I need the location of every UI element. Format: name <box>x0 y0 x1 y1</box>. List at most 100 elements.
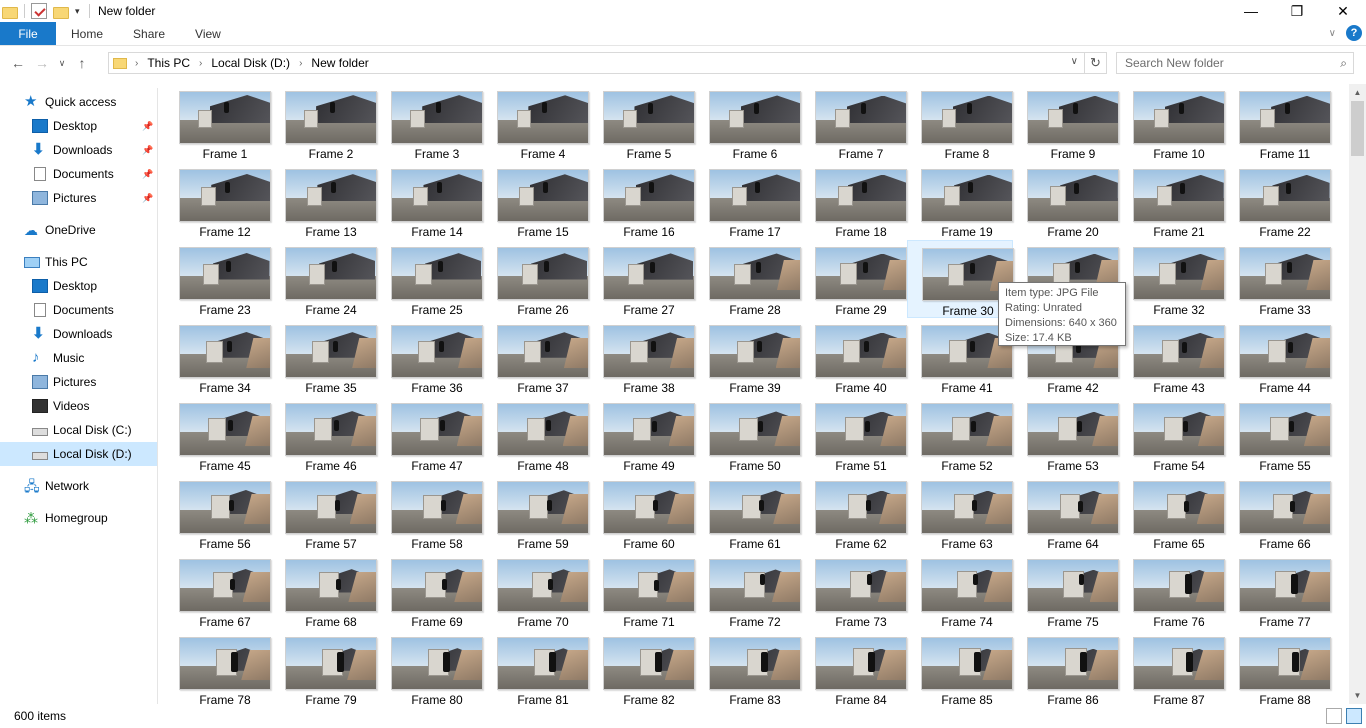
file-item[interactable]: Frame 45 <box>165 396 271 474</box>
file-item[interactable]: Frame 2 <box>271 84 377 162</box>
new-folder-icon[interactable] <box>53 6 69 19</box>
sidebar-item-pictures[interactable]: Pictures 📌 <box>0 186 157 210</box>
file-item[interactable]: Frame 3 <box>377 84 483 162</box>
file-item[interactable]: Frame 28 <box>695 240 801 318</box>
breadcrumb-new-folder[interactable]: New folder <box>311 56 368 70</box>
file-item[interactable]: Frame 64 <box>1013 474 1119 552</box>
properties-icon[interactable] <box>31 3 47 19</box>
breadcrumb-separator[interactable]: › <box>199 58 202 69</box>
file-item[interactable]: Frame 32 <box>1119 240 1225 318</box>
file-item[interactable]: Frame 77 <box>1225 552 1331 630</box>
file-item[interactable]: Frame 62 <box>801 474 907 552</box>
sidebar-item-network[interactable]: 🖧 Network <box>0 474 157 498</box>
sidebar-item-pictures[interactable]: Pictures <box>0 370 157 394</box>
search-input[interactable]: Search New folder ⌕ <box>1116 52 1354 74</box>
breadcrumb-local-disk-d[interactable]: Local Disk (D:) <box>211 56 290 70</box>
file-item[interactable]: Frame 51 <box>801 396 907 474</box>
file-item[interactable]: Frame 70 <box>483 552 589 630</box>
breadcrumb-separator[interactable]: › <box>135 58 138 69</box>
scrollbar-thumb[interactable] <box>1351 101 1364 156</box>
large-icons-view-icon[interactable] <box>1346 708 1362 724</box>
file-item[interactable]: Frame 86 <box>1013 630 1119 704</box>
file-item[interactable]: Frame 16 <box>589 162 695 240</box>
refresh-button[interactable]: ↻ <box>1084 53 1106 73</box>
file-item[interactable]: Frame 38 <box>589 318 695 396</box>
file-item[interactable]: Frame 61 <box>695 474 801 552</box>
file-item[interactable]: Frame 46 <box>271 396 377 474</box>
file-item[interactable]: Frame 37 <box>483 318 589 396</box>
breadcrumb-this-pc[interactable]: This PC <box>147 56 190 70</box>
sidebar-item-quick-access[interactable]: ★ Quick access <box>0 90 157 114</box>
sidebar-item-onedrive[interactable]: ☁ OneDrive <box>0 218 157 242</box>
file-item[interactable]: Frame 74 <box>907 552 1013 630</box>
file-item[interactable]: Frame 81 <box>483 630 589 704</box>
sidebar-item-videos[interactable]: Videos <box>0 394 157 418</box>
file-item[interactable]: Frame 48 <box>483 396 589 474</box>
file-item[interactable]: Frame 69 <box>377 552 483 630</box>
file-item[interactable]: Frame 65 <box>1119 474 1225 552</box>
file-item[interactable]: Frame 29 <box>801 240 907 318</box>
file-item[interactable]: Frame 80 <box>377 630 483 704</box>
file-item[interactable]: Frame 39 <box>695 318 801 396</box>
sidebar-item-this-pc[interactable]: This PC <box>0 250 157 274</box>
close-button[interactable]: ✕ <box>1320 0 1366 22</box>
file-item[interactable]: Frame 8 <box>907 84 1013 162</box>
file-item[interactable]: Frame 72 <box>695 552 801 630</box>
details-view-icon[interactable] <box>1326 708 1342 724</box>
file-item[interactable]: Frame 40 <box>801 318 907 396</box>
file-item[interactable]: Frame 26 <box>483 240 589 318</box>
file-item[interactable]: Frame 14 <box>377 162 483 240</box>
file-item[interactable]: Frame 83 <box>695 630 801 704</box>
sidebar-item-local-disk-c[interactable]: Local Disk (C:) <box>0 418 157 442</box>
help-icon[interactable]: ? <box>1346 25 1362 41</box>
customize-toolbar-icon[interactable]: ▾ <box>75 3 83 19</box>
file-item[interactable]: Frame 88 <box>1225 630 1331 704</box>
tab-home[interactable]: Home <box>56 22 118 45</box>
file-item[interactable]: Frame 34 <box>165 318 271 396</box>
file-item[interactable]: Frame 68 <box>271 552 377 630</box>
file-item[interactable]: Frame 49 <box>589 396 695 474</box>
address-dropdown-icon[interactable]: ∨ <box>1071 56 1078 67</box>
file-item[interactable]: Frame 21 <box>1119 162 1225 240</box>
file-item[interactable]: Frame 43 <box>1119 318 1225 396</box>
file-item[interactable]: Frame 19 <box>907 162 1013 240</box>
sidebar-item-downloads[interactable]: ⬇ Downloads <box>0 322 157 346</box>
maximize-button[interactable]: ❐ <box>1274 0 1320 22</box>
file-item[interactable]: Frame 25 <box>377 240 483 318</box>
file-item[interactable]: Frame 15 <box>483 162 589 240</box>
file-item[interactable]: Frame 58 <box>377 474 483 552</box>
file-item[interactable]: Frame 17 <box>695 162 801 240</box>
file-item[interactable]: Frame 27 <box>589 240 695 318</box>
file-item[interactable]: Frame 10 <box>1119 84 1225 162</box>
sidebar-item-music[interactable]: ♪ Music <box>0 346 157 370</box>
sidebar-item-downloads[interactable]: ⬇ Downloads 📌 <box>0 138 157 162</box>
file-item[interactable]: Frame 36 <box>377 318 483 396</box>
file-item[interactable]: Frame 11 <box>1225 84 1331 162</box>
address-bar[interactable]: › This PC › Local Disk (D:) › New folder… <box>108 52 1107 74</box>
back-button[interactable]: ← <box>6 51 30 75</box>
sidebar-item-desktop[interactable]: Desktop 📌 <box>0 114 157 138</box>
file-item[interactable]: Frame 59 <box>483 474 589 552</box>
expand-ribbon-icon[interactable]: ∨ <box>1329 28 1336 39</box>
file-item[interactable]: Frame 82 <box>589 630 695 704</box>
file-item[interactable]: Frame 66 <box>1225 474 1331 552</box>
file-item[interactable]: Frame 73 <box>801 552 907 630</box>
file-item[interactable]: Frame 13 <box>271 162 377 240</box>
sidebar-item-local-disk-d[interactable]: Local Disk (D:) <box>0 442 157 466</box>
file-item[interactable]: Frame 1 <box>165 84 271 162</box>
file-item[interactable]: Frame 50 <box>695 396 801 474</box>
file-item[interactable]: Frame 47 <box>377 396 483 474</box>
file-item[interactable]: Frame 75 <box>1013 552 1119 630</box>
file-item[interactable]: Frame 79 <box>271 630 377 704</box>
file-item[interactable]: Frame 44 <box>1225 318 1331 396</box>
sidebar-item-desktop[interactable]: Desktop <box>0 274 157 298</box>
file-item[interactable]: Frame 56 <box>165 474 271 552</box>
up-button[interactable]: ↑ <box>70 51 94 75</box>
file-item[interactable]: Frame 57 <box>271 474 377 552</box>
file-item[interactable]: Frame 18 <box>801 162 907 240</box>
tab-share[interactable]: Share <box>118 22 180 45</box>
file-item[interactable]: Frame 55 <box>1225 396 1331 474</box>
forward-button[interactable]: → <box>30 51 54 75</box>
scroll-down-button[interactable]: ▼ <box>1349 687 1366 704</box>
file-item[interactable]: Frame 60 <box>589 474 695 552</box>
